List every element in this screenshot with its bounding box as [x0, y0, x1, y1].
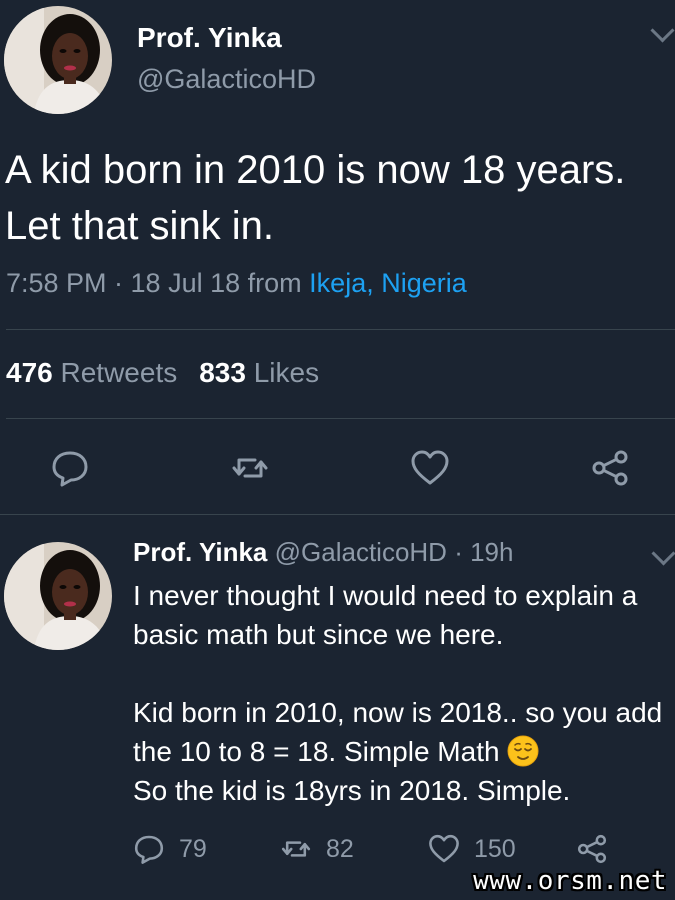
tweet-page: Prof. Yinka @GalacticoHD A kid born in 2… — [0, 0, 675, 900]
divider — [0, 514, 675, 515]
like-icon — [429, 834, 459, 863]
retweet-count: 82 — [326, 834, 354, 863]
share-icon[interactable] — [590, 448, 630, 488]
share-icon — [577, 834, 607, 864]
divider — [6, 418, 675, 419]
reply-share-button[interactable] — [576, 832, 608, 866]
reply-header: Prof. Yinka @GalacticoHD · 19h — [133, 537, 513, 568]
likes-stat[interactable]: 833 Likes — [199, 357, 319, 388]
reply-paragraph: Kid born in 2010, now is 2018.. so you a… — [133, 693, 673, 810]
reply-age: · 19h — [454, 537, 514, 567]
reply-icon — [134, 835, 164, 864]
from-label: from — [247, 268, 302, 298]
reply-author-handle[interactable]: @GalacticoHD — [275, 537, 447, 567]
like-count: 150 — [474, 834, 516, 863]
reply-paragraph: I never thought I would need to explain … — [133, 580, 638, 650]
reply-icon[interactable] — [50, 448, 90, 488]
like-icon[interactable] — [410, 448, 450, 488]
retweet-icon — [281, 841, 311, 857]
reply-text: I never thought I would need to explain … — [133, 576, 673, 810]
location-link[interactable]: Ikeja, Nigeria — [309, 268, 467, 298]
retweet-icon[interactable] — [230, 448, 270, 488]
chevron-down-icon[interactable] — [651, 541, 675, 566]
author-handle[interactable]: @GalacticoHD — [137, 64, 316, 95]
watermark: www.orsm.net — [473, 866, 667, 896]
likes-label: Likes — [253, 357, 320, 388]
avatar[interactable] — [4, 542, 112, 650]
tweet-meta: 7:58 PM · 18 Jul 18 from Ikeja, Nigeria — [6, 268, 467, 299]
avatar[interactable] — [4, 6, 112, 114]
relieved-face-emoji — [507, 735, 539, 767]
reply-like-button[interactable]: 150 — [428, 832, 516, 866]
divider — [6, 329, 675, 330]
tweet-text: A kid born in 2010 is now 18 years. Let … — [5, 148, 626, 248]
reply-author-name[interactable]: Prof. Yinka — [133, 537, 267, 567]
retweets-stat[interactable]: 476 Retweets — [6, 357, 177, 388]
reply-line: Kid born in 2010, now is 2018.. so you a… — [133, 697, 663, 767]
avatar-image — [4, 6, 112, 114]
reply-reply-button[interactable]: 79 — [133, 832, 207, 866]
tweet-stats: 476 Retweets 833 Likes — [6, 357, 319, 389]
author-name[interactable]: Prof. Yinka — [137, 22, 282, 54]
tweet-timestamp[interactable]: 7:58 PM · 18 Jul 18 — [6, 268, 240, 298]
likes-count: 833 — [199, 357, 246, 388]
retweets-label: Retweets — [60, 357, 178, 388]
reply-count: 79 — [179, 834, 207, 863]
chevron-down-icon[interactable] — [650, 18, 675, 43]
retweets-count: 476 — [6, 357, 53, 388]
reply-retweet-button[interactable]: 82 — [280, 832, 354, 866]
reply-line: So the kid is 18yrs in 2018. Simple. — [133, 775, 571, 806]
avatar-image — [4, 542, 112, 650]
